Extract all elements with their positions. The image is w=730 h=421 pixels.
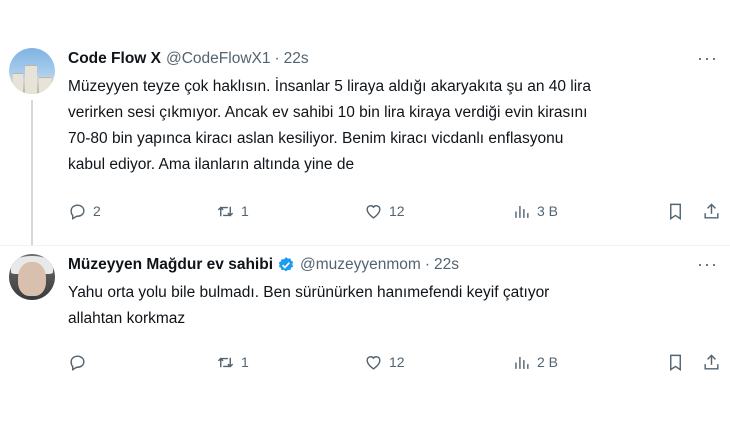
more-icon[interactable]: ··· — [697, 254, 718, 275]
tweet-header: Code Flow X @CodeFlowX1 · 22s — [68, 50, 309, 68]
tweet-text-line: kabul ediyor. Ama ilanların altında yine… — [68, 156, 355, 173]
separator-dot: · — [274, 50, 280, 67]
tweet-2[interactable]: Müzeyyen Mağdur ev sahibi @muzeyyenmom ·… — [0, 245, 730, 421]
tweet-text-line: verirken sesi çıkmıyor. Ancak ev sahibi … — [68, 104, 588, 121]
bookmark-button[interactable] — [666, 202, 685, 221]
like-count: 12 — [389, 354, 405, 370]
thread-connector-line — [31, 100, 33, 245]
retweet-count: 1 — [241, 354, 249, 370]
retweet-icon — [217, 206, 234, 216]
bookmark-icon — [670, 203, 681, 220]
share-icon — [704, 202, 719, 219]
views-button[interactable]: 2 B — [512, 353, 558, 372]
verified-badge-icon — [278, 257, 294, 272]
more-icon[interactable]: ··· — [697, 48, 718, 69]
reply-icon — [70, 203, 85, 220]
bookmark-button[interactable] — [666, 353, 685, 372]
separator-dot: · — [424, 256, 430, 273]
bookmark-icon — [670, 354, 681, 371]
user-handle[interactable]: @CodeFlowX1 — [166, 50, 270, 68]
tweet-text-line: 70-80 bin yapınca kiracı aslan kesiliyor… — [68, 130, 564, 147]
user-handle[interactable]: @muzeyyenmom — [300, 256, 421, 274]
reply-button[interactable]: 2 — [68, 202, 101, 221]
timestamp[interactable]: 22s — [434, 256, 459, 274]
retweet-button[interactable]: 1 — [216, 202, 249, 221]
views-icon — [515, 205, 529, 218]
views-button[interactable]: 3 B — [512, 202, 558, 221]
action-bar: 1 12 2 B — [68, 350, 721, 374]
share-button[interactable] — [702, 202, 721, 221]
reply-icon — [70, 354, 85, 371]
share-button[interactable] — [702, 353, 721, 372]
reply-button[interactable] — [68, 353, 93, 372]
retweet-count: 1 — [241, 203, 249, 219]
display-name[interactable]: Müzeyyen Mağdur ev sahibi — [68, 256, 273, 274]
tweet-text: Yahu orta yolu bile bulmadı. Ben sürünür… — [68, 280, 718, 332]
retweet-icon — [217, 357, 234, 367]
like-button[interactable]: 12 — [364, 353, 405, 372]
view-count: 3 B — [537, 203, 559, 219]
timestamp[interactable]: 22s — [284, 50, 309, 68]
retweet-button[interactable]: 1 — [216, 353, 249, 372]
tweet-header: Müzeyyen Mağdur ev sahibi @muzeyyenmom ·… — [68, 256, 459, 274]
avatar[interactable] — [9, 48, 55, 94]
tweet-text-line: allahtan korkmaz — [68, 310, 186, 327]
action-bar: 2 1 12 3 B — [68, 199, 721, 223]
like-button[interactable]: 12 — [364, 202, 405, 221]
like-icon — [366, 355, 381, 370]
tweet-1[interactable]: Code Flow X @CodeFlowX1 · 22s ··· Müzeyy… — [0, 0, 730, 245]
view-count: 2 B — [537, 354, 559, 370]
share-icon — [704, 353, 719, 370]
like-count: 12 — [389, 203, 405, 219]
avatar[interactable] — [9, 254, 55, 300]
reply-count: 2 — [93, 203, 101, 219]
views-icon — [515, 356, 529, 369]
display-name[interactable]: Code Flow X — [68, 50, 161, 68]
like-icon — [366, 204, 381, 219]
tweet-text: Müzeyyen teyze çok haklısın. İnsanlar 5 … — [68, 74, 718, 178]
tweet-text-line: Yahu orta yolu bile bulmadı. Ben sürünür… — [68, 284, 550, 301]
tweet-text-line: Müzeyyen teyze çok haklısın. İnsanlar 5 … — [68, 78, 591, 95]
